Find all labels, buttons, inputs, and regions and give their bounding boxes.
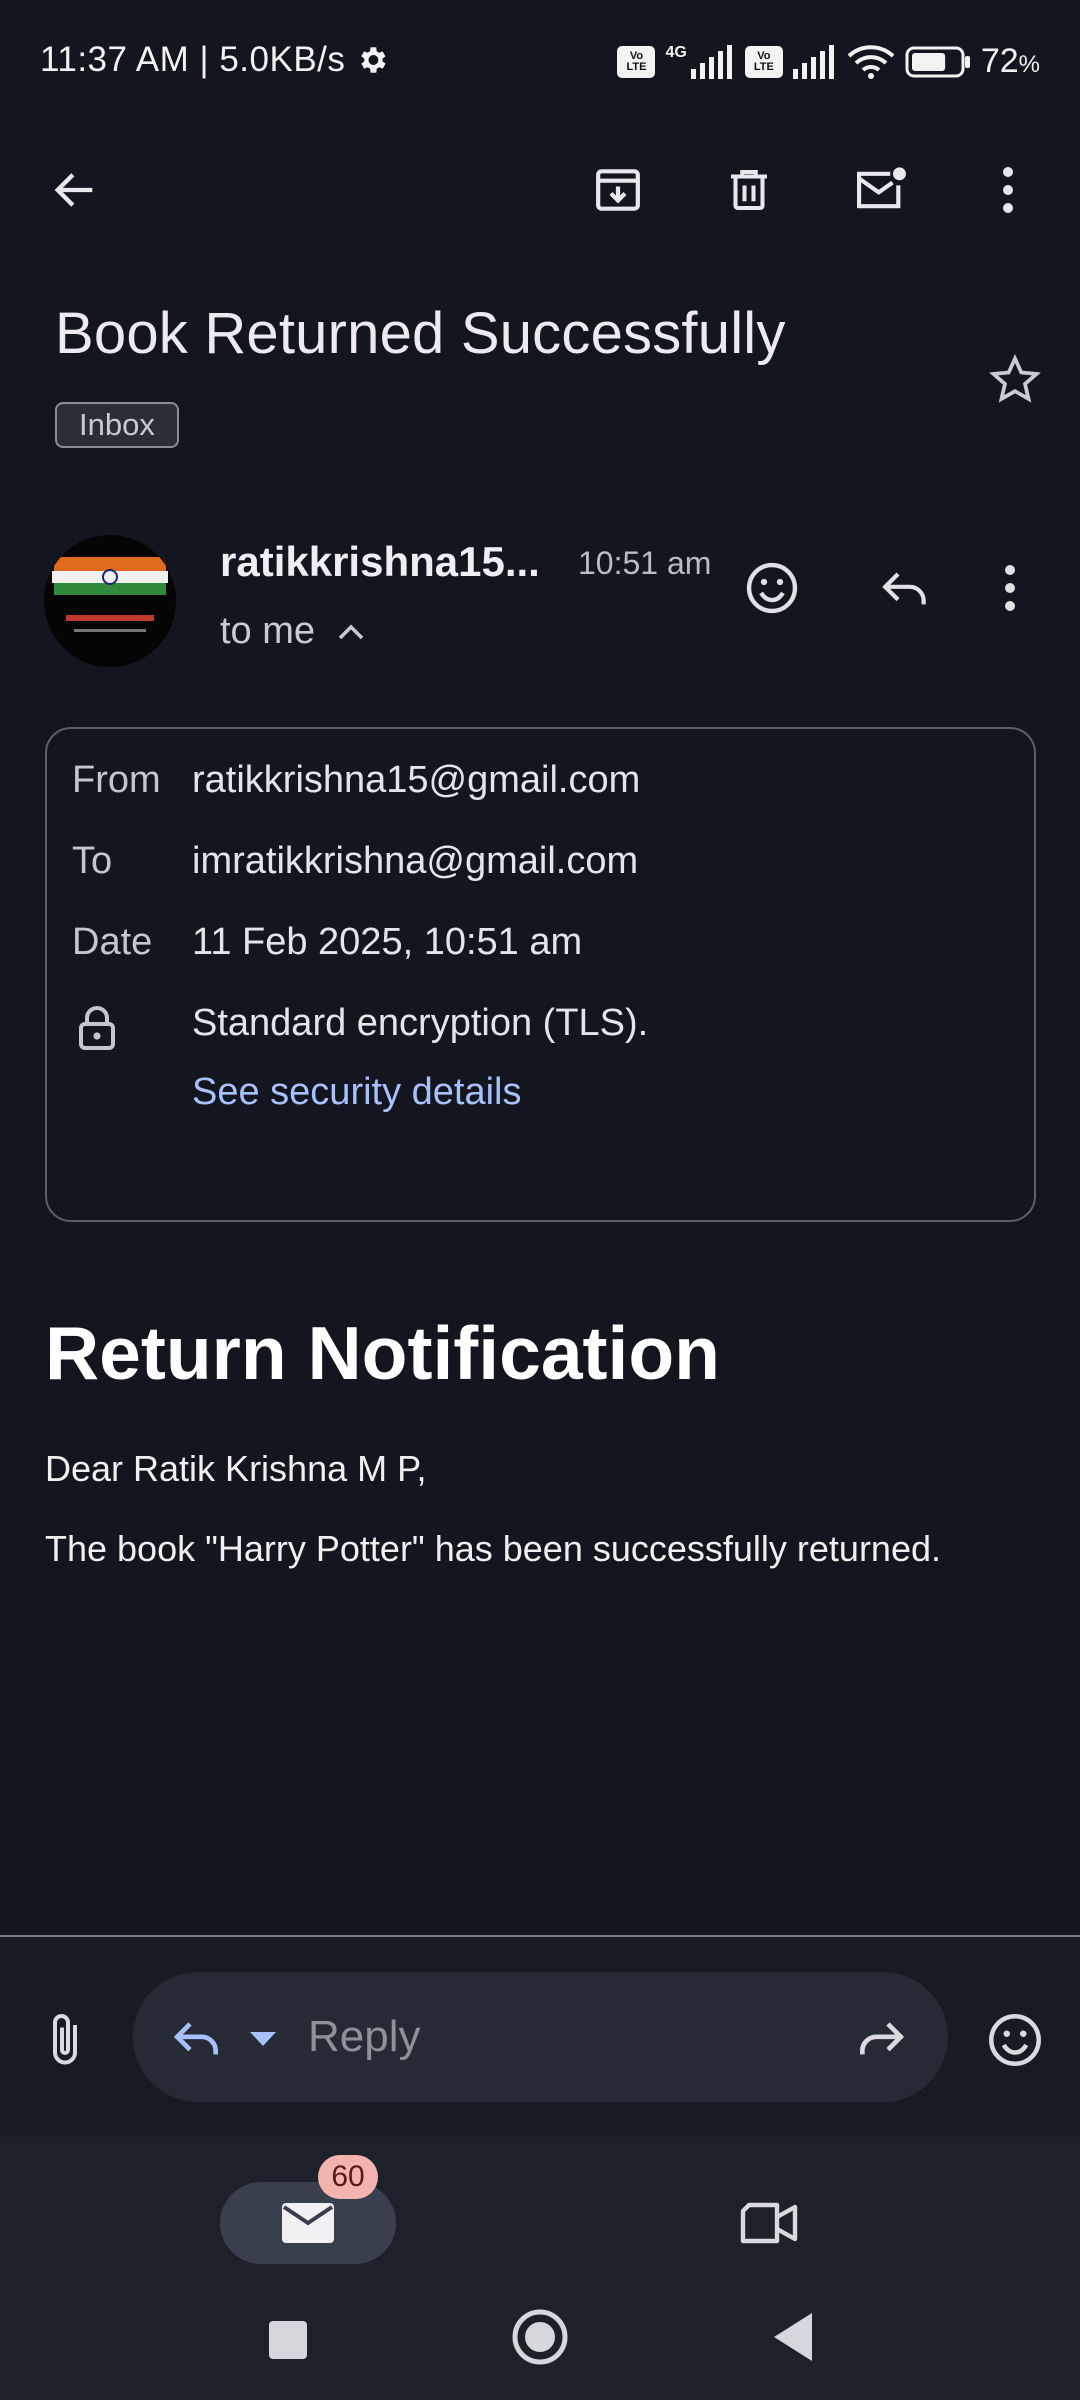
mark-unread-button[interactable]: [841, 150, 921, 230]
back-arrow-icon: [49, 164, 101, 216]
star-icon: [987, 352, 1043, 408]
reply-input[interactable]: Reply: [133, 1972, 948, 2102]
attach-button[interactable]: [30, 2000, 100, 2080]
star-button[interactable]: [975, 340, 1055, 420]
delete-icon: [722, 163, 776, 217]
inbox-label-chip[interactable]: Inbox: [55, 402, 179, 448]
status-time-speed: 11:37 AM | 5.0KB/s: [40, 40, 346, 79]
network-type-label: 4G: [665, 43, 687, 61]
attach-icon: [43, 2010, 87, 2070]
from-value[interactable]: ratikkrishna15@gmail.com: [192, 759, 640, 802]
reply-icon: [169, 2010, 225, 2066]
more-vert-icon: [1000, 166, 1016, 214]
to-value[interactable]: imratikkrishna@gmail.com: [192, 840, 638, 883]
status-left: 11:37 AM | 5.0KB/s: [40, 40, 389, 80]
home-circle-icon[interactable]: [510, 2307, 570, 2367]
message-more-button[interactable]: [980, 548, 1040, 628]
signal-icon-2: [792, 44, 837, 79]
settings-gear-icon: [355, 43, 389, 77]
sender-avatar[interactable]: [44, 535, 176, 667]
delete-button[interactable]: [709, 150, 789, 230]
encryption-text: Standard encryption (TLS).: [192, 1002, 649, 1044]
body-heading: Return Notification: [45, 1311, 720, 1395]
date-label: Date: [72, 921, 153, 963]
email-subject: Book Returned Successfully: [55, 301, 786, 366]
chevron-up-icon: [337, 623, 365, 641]
mail-unread-badge: 60: [318, 2155, 378, 2199]
battery-percent: 72%: [980, 42, 1040, 80]
emoji-icon: [985, 2010, 1045, 2070]
forward-icon[interactable]: [853, 2010, 909, 2066]
reply-button[interactable]: [865, 548, 945, 628]
signal-icon: [690, 44, 735, 79]
to-label: To: [72, 840, 113, 882]
security-details-link[interactable]: See security details: [192, 1071, 522, 1114]
email-details-card: From ratikkrishna15@gmail.com To imratik…: [45, 727, 1036, 1222]
from-label: From: [72, 759, 161, 801]
lock-icon: [77, 1004, 117, 1052]
video-icon: [739, 2199, 801, 2247]
more-vert-icon: [1002, 564, 1018, 612]
bottom-nav: 60: [0, 2137, 1080, 2400]
back-button[interactable]: [35, 150, 115, 230]
wifi-icon: [847, 44, 895, 80]
nav-tab-meet[interactable]: [730, 2182, 810, 2264]
archive-icon: [590, 162, 646, 218]
emoji-react-icon: [743, 559, 801, 617]
emoji-button[interactable]: [975, 2000, 1055, 2080]
mail-icon: [280, 2201, 336, 2245]
date-value: 11 Feb 2025, 10:51 am: [192, 921, 583, 963]
recipient-toggle[interactable]: to me: [220, 610, 365, 653]
status-bar: 11:37 AM | 5.0KB/s Vo LTE 4G Vo LTE 72%: [0, 0, 1080, 130]
reply-placeholder: Reply: [308, 2012, 421, 2061]
volte-icon: Vo LTE: [617, 45, 656, 78]
battery-icon: [905, 46, 971, 78]
archive-button[interactable]: [578, 150, 658, 230]
email-time: 10:51 am: [578, 545, 712, 581]
reply-type-dropdown-icon[interactable]: [248, 2030, 278, 2048]
recipient-summary: to me: [220, 610, 316, 652]
back-triangle-icon[interactable]: [768, 2309, 820, 2365]
body-greeting: Dear Ratik Krishna M P,: [45, 1448, 427, 1489]
emoji-react-button[interactable]: [732, 548, 812, 628]
body-message: The book "Harry Potter" has been success…: [45, 1528, 941, 1569]
sender-name[interactable]: ratikkrishna15...: [220, 538, 540, 586]
reply-icon: [877, 560, 933, 616]
status-right: Vo LTE 4G Vo LTE 72%: [617, 42, 1040, 81]
recents-square-icon[interactable]: [265, 2317, 311, 2363]
volte-icon-2: Vo LTE: [744, 45, 783, 78]
more-options-button[interactable]: [968, 150, 1048, 230]
mark-unread-icon: [851, 162, 911, 218]
